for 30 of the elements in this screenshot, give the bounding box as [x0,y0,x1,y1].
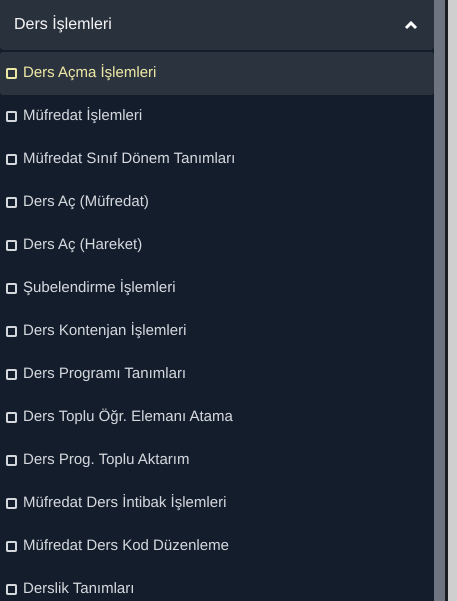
square-icon [6,326,17,337]
menu-item[interactable]: Derslik Tanımları [0,568,434,601]
menu-item[interactable]: Müfredat Ders Kod Düzenleme [0,525,434,568]
menu-item[interactable]: Ders Kontenjan İşlemleri [0,310,434,353]
square-icon [6,111,17,122]
section-header[interactable]: Ders İşlemleri [0,0,434,50]
square-icon [6,455,17,466]
menu-item[interactable]: Ders Açma İşlemleri [0,52,434,95]
square-icon [6,412,17,423]
menu-item[interactable]: Ders Prog. Toplu Aktarım [0,439,434,482]
chevron-up-icon [404,20,418,30]
menu-item[interactable]: Müfredat Ders İntibak İşlemleri [0,482,434,525]
square-icon [6,240,17,251]
square-icon [6,197,17,208]
square-icon [6,369,17,380]
square-icon [6,283,17,294]
scrollbar[interactable] [434,0,445,601]
menu-item[interactable]: Ders Aç (Hareket) [0,224,434,267]
menu-item[interactable]: Şubelendirme İşlemleri [0,267,434,310]
square-icon [6,68,17,79]
menu-item[interactable]: Ders Toplu Öğr. Elemanı Atama [0,396,434,439]
menu-item[interactable]: Müfredat İşlemleri [0,95,434,138]
square-icon [6,541,17,552]
square-icon [6,498,17,509]
square-icon [6,154,17,165]
menu-item[interactable]: Ders Aç (Müfredat) [0,181,434,224]
section-title: Ders İşlemleri [14,14,112,35]
menu-item[interactable]: Ders Programı Tanımları [0,353,434,396]
menu-item[interactable]: Müfredat Sınıf Dönem Tanımları [0,138,434,181]
square-icon [6,584,17,595]
